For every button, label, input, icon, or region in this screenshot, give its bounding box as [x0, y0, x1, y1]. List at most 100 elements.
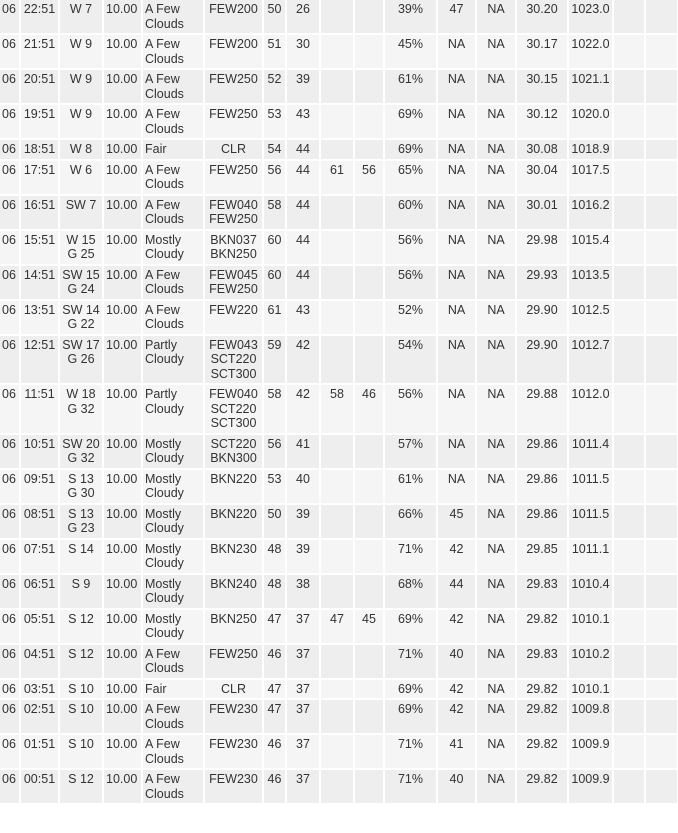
cell-date: 06 [0, 469, 19, 503]
cell-sky-conditions: FEW230 [205, 735, 262, 768]
cell-dew-point: 37 [287, 644, 319, 678]
cell-time: 00:51 [21, 770, 58, 803]
cell-precip-3hr [646, 335, 677, 383]
cell-max-6hr [321, 70, 353, 103]
cell-altimeter: 29.85 [517, 539, 567, 573]
cell-visibility: 10.00 [104, 469, 141, 503]
cell-date: 06 [0, 230, 19, 264]
cell-visibility: 10.00 [104, 265, 141, 299]
cell-air-temp: 53 [264, 469, 285, 503]
cell-sky-conditions: FEW043 SCT220 SCT300 [205, 335, 262, 383]
cell-dew-point: 40 [287, 469, 319, 503]
cell-weather: Mostly Cloudy [143, 469, 203, 503]
cell-dew-point: 39 [287, 539, 319, 573]
cell-relative-humidity: 71% [385, 539, 436, 573]
cell-sky-conditions: BKN037 BKN250 [205, 230, 262, 264]
cell-sea-level-pressure: 1011.5 [569, 469, 612, 503]
cell-visibility: 10.00 [104, 539, 141, 573]
cell-sea-level-pressure: 1018.9 [569, 140, 612, 159]
cell-sea-level-pressure: 1021.1 [569, 70, 612, 103]
cell-wind: S 13 G 30 [60, 469, 102, 503]
cell-min-6hr [355, 0, 383, 33]
cell-heat-index: NA [477, 195, 515, 229]
cell-visibility: 10.00 [104, 0, 141, 33]
cell-max-6hr [321, 195, 353, 229]
table-row: 06 03:51 S 10 10.00 Fair CLR 47 37 69% 42 NA 29.82 1… [0, 679, 678, 698]
cell-visibility: 10.00 [104, 679, 141, 698]
cell-wind-chill: 42 [438, 609, 475, 643]
table-row: 06 07:51 S 14 10.00 Mostly Cloudy BKN230 48 39 7… [0, 539, 678, 573]
cell-wind-chill: 41 [438, 735, 475, 768]
cell-max-6hr [321, 770, 353, 803]
cell-sky-conditions: FEW250 [205, 644, 262, 678]
cell-air-temp: 48 [264, 574, 285, 608]
table-row: 06 04:51 S 12 10.00 A Few Clouds FEW250 46 37 71… [0, 644, 678, 678]
table-row: 06 18:51 W 8 10.00 Fair CLR 54 44 69% NA NA 30.08 10… [0, 140, 678, 159]
cell-wind-chill: 45 [438, 504, 475, 538]
cell-sea-level-pressure: 1012.5 [569, 300, 612, 334]
cell-wind-chill: NA [438, 160, 475, 194]
cell-date: 06 [0, 574, 19, 608]
cell-wind: SW 17 G 26 [60, 335, 102, 383]
cell-precip-3hr [646, 265, 677, 299]
cell-dew-point: 44 [287, 265, 319, 299]
cell-visibility: 10.00 [104, 644, 141, 678]
cell-sea-level-pressure: 1017.5 [569, 160, 612, 194]
cell-weather: Fair [143, 679, 203, 698]
cell-time: 11:51 [21, 385, 58, 433]
cell-sky-conditions: BKN250 [205, 609, 262, 643]
cell-precip-1hr [614, 700, 644, 733]
cell-heat-index: NA [477, 679, 515, 698]
cell-date: 06 [0, 609, 19, 643]
cell-time: 08:51 [21, 504, 58, 538]
cell-altimeter: 29.82 [517, 770, 567, 803]
cell-precip-1hr [614, 105, 644, 138]
cell-altimeter: 29.90 [517, 300, 567, 334]
cell-weather: Mostly Cloudy [143, 434, 203, 468]
cell-visibility: 10.00 [104, 70, 141, 103]
cell-sea-level-pressure: 1009.8 [569, 700, 612, 733]
table-row: 06 08:51 S 13 G 23 10.00 Mostly Cloudy BKN220… [0, 504, 678, 538]
cell-sea-level-pressure: 1010.1 [569, 679, 612, 698]
cell-precip-3hr [646, 504, 677, 538]
cell-heat-index: NA [477, 770, 515, 803]
cell-date: 06 [0, 735, 19, 768]
cell-wind-chill: NA [438, 140, 475, 159]
cell-max-6hr [321, 265, 353, 299]
cell-visibility: 10.00 [104, 160, 141, 194]
cell-visibility: 10.00 [104, 35, 141, 68]
cell-visibility: 10.00 [104, 140, 141, 159]
cell-heat-index: NA [477, 735, 515, 768]
cell-precip-3hr [646, 644, 677, 678]
cell-altimeter: 29.83 [517, 574, 567, 608]
cell-altimeter: 29.98 [517, 230, 567, 264]
table-row: 06 00:51 S 12 10.00 A Few Clouds FEW230 46 37 71… [0, 770, 678, 803]
cell-altimeter: 29.82 [517, 609, 567, 643]
cell-sky-conditions: FEW250 [205, 160, 262, 194]
cell-time: 14:51 [21, 265, 58, 299]
cell-dew-point: 26 [287, 0, 319, 33]
cell-relative-humidity: 71% [385, 735, 436, 768]
cell-altimeter: 29.90 [517, 335, 567, 383]
cell-sea-level-pressure: 1011.4 [569, 434, 612, 468]
cell-max-6hr [321, 0, 353, 33]
table-row: 06 09:51 S 13 G 30 10.00 Mostly Cloudy BKN220… [0, 469, 678, 503]
cell-weather: Partly Cloudy [143, 335, 203, 383]
cell-altimeter: 29.93 [517, 265, 567, 299]
cell-sea-level-pressure: 1009.9 [569, 770, 612, 803]
cell-heat-index: NA [477, 385, 515, 433]
cell-altimeter: 29.83 [517, 644, 567, 678]
cell-min-6hr [355, 700, 383, 733]
cell-weather: A Few Clouds [143, 35, 203, 68]
cell-precip-1hr [614, 35, 644, 68]
cell-air-temp: 46 [264, 770, 285, 803]
cell-relative-humidity: 69% [385, 679, 436, 698]
cell-relative-humidity: 61% [385, 469, 436, 503]
cell-date: 06 [0, 335, 19, 383]
cell-time: 21:51 [21, 35, 58, 68]
cell-sea-level-pressure: 1012.0 [569, 385, 612, 433]
cell-heat-index: NA [477, 434, 515, 468]
cell-air-temp: 47 [264, 679, 285, 698]
cell-sea-level-pressure: 1011.5 [569, 504, 612, 538]
cell-sky-conditions: FEW230 [205, 700, 262, 733]
